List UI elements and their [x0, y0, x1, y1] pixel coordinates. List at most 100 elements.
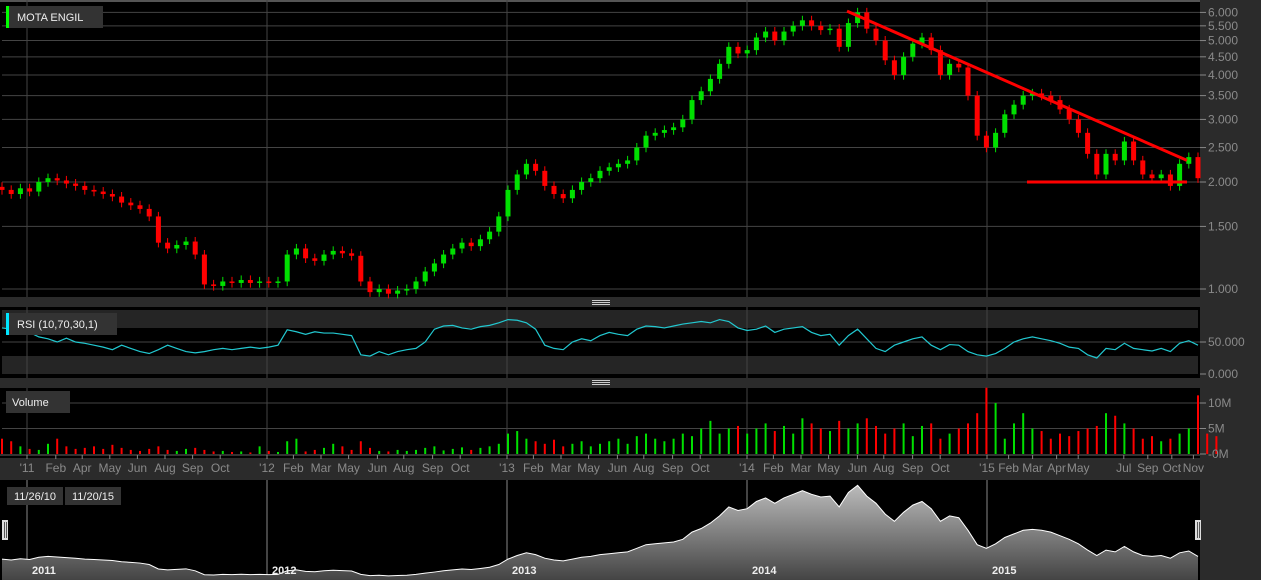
candle[interactable] [560, 194, 566, 199]
candle[interactable] [174, 244, 180, 249]
candle[interactable] [606, 167, 612, 171]
candle[interactable] [717, 63, 723, 79]
candle[interactable] [82, 185, 88, 190]
stock-chart[interactable]: 1.000 1.500 2.000 2.500 3.000 3.500 4.000 4.500… [0, 0, 1261, 580]
candle[interactable] [257, 281, 263, 283]
candle[interactable] [293, 248, 299, 255]
candle[interactable] [1195, 157, 1201, 179]
candle[interactable] [956, 63, 962, 68]
candle[interactable] [0, 186, 5, 190]
candle[interactable] [882, 40, 888, 61]
price-panel[interactable] [0, 0, 1200, 297]
navigator-right-handle[interactable] [1195, 520, 1201, 540]
candle[interactable] [983, 135, 989, 148]
candle[interactable] [597, 170, 603, 179]
candle[interactable] [634, 147, 640, 161]
candle[interactable] [901, 56, 907, 75]
candle[interactable] [551, 185, 557, 195]
candle[interactable] [395, 290, 401, 294]
candle[interactable] [1131, 141, 1137, 161]
candle[interactable] [707, 78, 713, 92]
candle[interactable] [284, 254, 290, 282]
candle[interactable] [1085, 132, 1091, 154]
candle[interactable] [542, 170, 548, 186]
candle[interactable] [211, 284, 217, 286]
candle[interactable] [615, 163, 621, 168]
candle[interactable] [726, 46, 732, 64]
candle[interactable] [947, 63, 953, 75]
candle[interactable] [818, 25, 824, 31]
candle[interactable] [965, 67, 971, 96]
candle[interactable] [349, 253, 355, 256]
candle[interactable] [330, 250, 336, 255]
candle[interactable] [1094, 153, 1100, 175]
candle[interactable] [339, 250, 345, 254]
candle[interactable] [155, 216, 161, 243]
candle[interactable] [514, 174, 520, 190]
start-date[interactable]: 11/26/10 [14, 491, 56, 503]
splitter-grip-icon[interactable] [592, 380, 610, 385]
candle[interactable] [698, 91, 704, 101]
candle[interactable] [487, 231, 493, 240]
end-date[interactable]: 11/20/15 [72, 491, 114, 503]
candle[interactable] [1112, 153, 1118, 161]
candle[interactable] [910, 43, 916, 57]
candle[interactable] [772, 31, 778, 41]
candle[interactable] [312, 258, 318, 261]
candle[interactable] [220, 281, 226, 286]
candle[interactable] [183, 241, 189, 245]
candle[interactable] [671, 127, 677, 131]
candle[interactable] [192, 241, 198, 255]
candle[interactable] [468, 242, 474, 247]
candle[interactable] [459, 242, 465, 249]
candle[interactable] [569, 189, 575, 199]
candle[interactable] [54, 178, 60, 181]
candle[interactable] [385, 289, 391, 294]
candle[interactable] [735, 46, 741, 54]
candle[interactable] [275, 281, 281, 283]
candle[interactable] [247, 280, 253, 283]
candle[interactable] [1140, 160, 1146, 175]
candle[interactable] [1167, 174, 1173, 186]
candle[interactable] [974, 95, 980, 136]
candle[interactable] [63, 180, 69, 184]
candle[interactable] [229, 281, 235, 283]
splitter-grip-icon[interactable] [592, 300, 610, 305]
candle[interactable] [827, 28, 833, 31]
candle[interactable] [809, 20, 815, 26]
candle[interactable] [238, 280, 244, 283]
candle[interactable] [993, 132, 999, 148]
candle[interactable] [1121, 141, 1127, 161]
candle[interactable] [36, 182, 42, 192]
candle[interactable] [1075, 119, 1081, 133]
candle[interactable] [109, 194, 115, 197]
candle[interactable] [625, 160, 631, 164]
candle[interactable] [367, 281, 373, 293]
candle[interactable] [744, 50, 750, 54]
candle[interactable] [579, 182, 585, 190]
candle[interactable] [533, 163, 539, 171]
candle[interactable] [1103, 153, 1109, 175]
candle[interactable] [422, 271, 428, 282]
candle[interactable] [8, 189, 14, 195]
candle[interactable] [588, 178, 594, 182]
candle[interactable] [689, 100, 695, 120]
candle[interactable] [128, 202, 134, 206]
candle[interactable] [450, 248, 456, 255]
candle[interactable] [303, 248, 309, 259]
candle[interactable] [358, 255, 364, 282]
candle[interactable] [836, 28, 842, 47]
candle[interactable] [321, 254, 327, 261]
candle[interactable] [1186, 157, 1192, 164]
candle[interactable] [680, 119, 686, 128]
candle[interactable] [27, 188, 33, 192]
candle[interactable] [441, 254, 447, 264]
candle[interactable] [790, 25, 796, 32]
candle[interactable] [1158, 174, 1164, 179]
candle[interactable] [661, 130, 667, 133]
candle[interactable] [505, 189, 511, 217]
candle[interactable] [1149, 174, 1155, 179]
candle[interactable] [891, 60, 897, 75]
candle[interactable] [845, 23, 851, 47]
candle[interactable] [431, 263, 437, 272]
